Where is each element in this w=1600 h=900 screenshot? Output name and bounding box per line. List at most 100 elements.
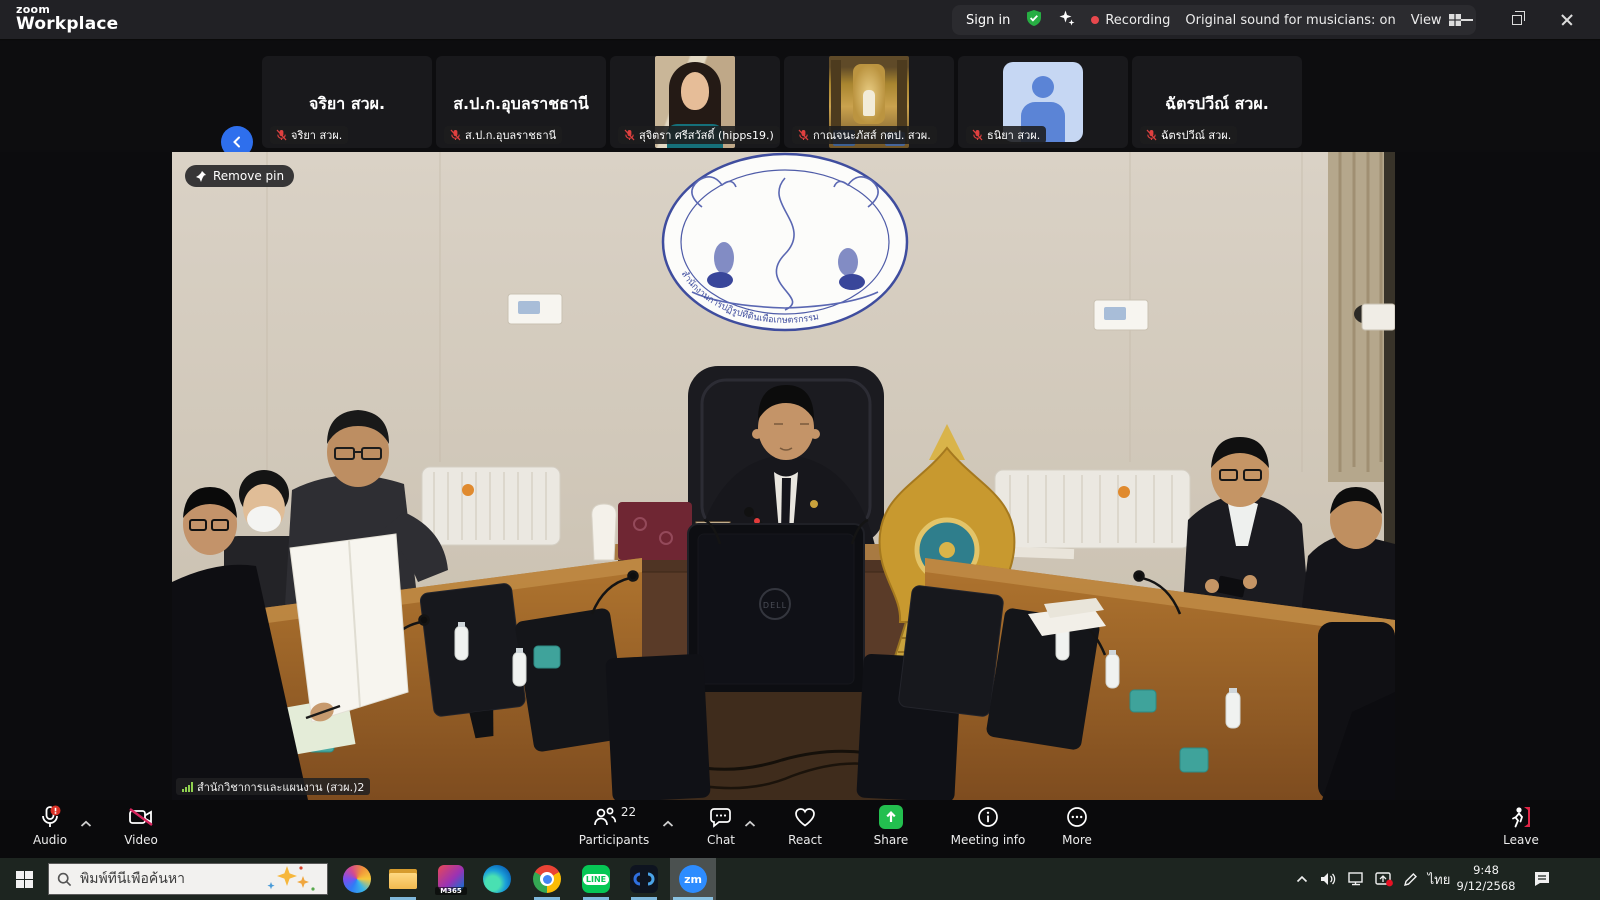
minimize-button[interactable] — [1452, 7, 1482, 33]
react-button[interactable]: React — [772, 805, 838, 847]
zoom-workplace-logo: zoom Workplace — [16, 3, 118, 34]
chair-right — [1318, 622, 1395, 800]
recording-label: Recording — [1105, 13, 1170, 28]
taskbar-chrome-icon[interactable] — [527, 858, 567, 900]
more-button[interactable]: More — [1046, 805, 1108, 847]
chat-options-caret[interactable] — [744, 813, 756, 832]
view-label: View — [1411, 13, 1442, 28]
workplace-logo-text: Workplace — [16, 14, 118, 34]
participant-name: จริยา สวผ. — [262, 92, 432, 117]
sign-in-button[interactable]: Sign in — [966, 13, 1010, 28]
remove-pin-button[interactable]: Remove pin — [185, 165, 294, 187]
info-icon — [977, 806, 999, 828]
mic-muted-icon — [1146, 129, 1157, 141]
search-icon — [57, 872, 72, 887]
pin-icon — [195, 170, 207, 182]
participant-tile[interactable]: จริยา สวผ. จริยา สวผ. — [262, 56, 432, 148]
zoom-meeting-window: zoom Workplace Sign in Recording Origina… — [0, 0, 1600, 900]
participants-options-caret[interactable] — [662, 813, 674, 832]
taskbar-edge-icon[interactable] — [477, 858, 517, 900]
ai-companion-icon[interactable] — [1058, 9, 1076, 31]
participant-tile[interactable]: ฉัตรปวีณ์ สวผ. ฉัตรปวีณ์ สวผ. — [1132, 56, 1302, 148]
meeting-toolbar: Audio Video 22 Participants Chat — [0, 800, 1600, 858]
taskbar-m365-icon[interactable]: M365 — [431, 858, 471, 900]
close-button[interactable] — [1552, 7, 1582, 33]
participant-badge: ส.ป.ก.อุบลราชธานี — [444, 126, 562, 144]
meeting-room-scene: สำนักงานการปฏิรูปที่ดินเพื่อเกษตรกรรม — [172, 152, 1395, 800]
tray-clock[interactable]: 9:48 9/12/2568 — [1454, 858, 1518, 900]
start-button[interactable] — [6, 858, 42, 900]
chevron-left-icon — [231, 136, 243, 148]
participant-badge: กาณจนะภัสส์ กตป. สวผ. — [792, 126, 937, 144]
taskbar-webex-icon[interactable] — [624, 858, 664, 900]
search-input[interactable] — [80, 871, 255, 887]
taskbar-search[interactable] — [48, 863, 328, 895]
pinned-video[interactable]: สำนักงานการปฏิรูปที่ดินเพื่อเกษตรกรรม — [172, 152, 1395, 800]
tray-volume-icon[interactable] — [1314, 858, 1342, 900]
mic-muted-icon — [276, 129, 287, 141]
meeting-info-button[interactable]: Meeting info — [938, 805, 1038, 847]
video-off-icon — [128, 806, 154, 828]
tray-language-indicator[interactable]: ไทย — [1422, 858, 1456, 900]
participant-badge: ฉัตรปวีณ์ สวผ. — [1140, 126, 1237, 144]
video-button[interactable]: Video — [105, 805, 177, 847]
participant-badge: สุจิตรา ศรีสวัสดิ์ (hipps19.) — [618, 126, 780, 144]
mic-muted-icon — [624, 129, 635, 141]
mic-icon — [39, 805, 61, 829]
windows-logo-icon — [16, 871, 33, 888]
taskbar-line-icon[interactable]: LINE — [576, 858, 616, 900]
tray-show-hidden-icons[interactable] — [1290, 858, 1314, 900]
tray-network-icon[interactable] — [1342, 858, 1370, 900]
leave-icon — [1508, 805, 1534, 829]
participants-icon — [592, 806, 618, 828]
active-speaker-label: สำนักวิชาการและแผนงาน (สวผ.)2 — [176, 778, 370, 795]
participant-name: ส.ป.ก.อุบลราชธานี — [436, 92, 606, 117]
clock-date: 9/12/2568 — [1457, 879, 1516, 893]
recording-indicator: Recording — [1091, 13, 1170, 28]
more-icon — [1066, 806, 1088, 828]
tray-display-notification-icon[interactable] — [1370, 858, 1398, 900]
search-highlights-icon — [263, 864, 319, 894]
chevron-up-icon — [662, 820, 674, 828]
leave-button[interactable]: Leave — [1486, 805, 1556, 847]
chat-icon — [709, 806, 733, 829]
participant-filmstrip: จริยา สวผ. จริยา สวผ. ส.ป.ก.อุบลราชธานี … — [0, 41, 1600, 152]
audio-level-icon — [182, 782, 193, 792]
audio-options-caret[interactable] — [80, 813, 92, 832]
participants-count: 22 — [621, 805, 636, 819]
taskbar-zoom-icon[interactable]: zm — [673, 858, 713, 900]
window-titlebar: zoom Workplace Sign in Recording Origina… — [0, 0, 1600, 40]
mic-muted-icon — [972, 129, 983, 141]
participant-badge: ธนิยา สวผ. — [966, 126, 1046, 144]
chevron-up-icon — [1296, 875, 1308, 883]
participants-button[interactable]: 22 Participants — [560, 805, 668, 847]
chevron-up-icon — [80, 820, 92, 828]
share-screen-button[interactable]: Share — [853, 805, 929, 847]
encryption-shield-icon[interactable] — [1025, 9, 1043, 31]
participant-tile[interactable]: ส.ป.ก.อุบลราชธานี ส.ป.ก.อุบลราชธานี — [436, 56, 606, 148]
tray-pen-icon[interactable] — [1398, 858, 1422, 900]
participant-name: ฉัตรปวีณ์ สวผ. — [1132, 92, 1302, 117]
action-center-icon[interactable] — [1524, 858, 1560, 900]
participant-tile[interactable]: กาณจนะภัสส์ กตป. สวผ. — [784, 56, 954, 148]
mic-muted-icon — [450, 129, 461, 141]
audio-button[interactable]: Audio — [10, 805, 90, 847]
windows-taskbar: M365 LINE zm ไทย 9:48 — [0, 858, 1600, 900]
alro-seal: สำนักงานการปฏิรูปที่ดินเพื่อเกษตรกรรม — [663, 154, 907, 330]
participant-badge: จริยา สวผ. — [270, 126, 348, 144]
titlebar-controls-group: Sign in Recording Original sound for mus… — [952, 5, 1476, 35]
window-controls — [1442, 0, 1592, 40]
restore-button[interactable] — [1502, 7, 1532, 33]
taskbar-copilot-icon[interactable] — [337, 858, 377, 900]
recording-dot-icon — [1091, 16, 1099, 24]
chevron-up-icon — [744, 820, 756, 828]
taskbar-file-explorer-icon[interactable] — [383, 858, 423, 900]
participant-tile[interactable]: ธนิยา สวผ. — [958, 56, 1128, 148]
heart-icon — [793, 806, 817, 828]
mic-muted-icon — [798, 129, 809, 141]
clock-time: 9:48 — [1473, 863, 1499, 877]
original-sound-toggle[interactable]: Original sound for musicians: on — [1185, 13, 1395, 28]
share-icon — [879, 805, 903, 829]
participant-tile[interactable]: สุจิตรา ศรีสวัสดิ์ (hipps19.) — [610, 56, 780, 148]
svg-text:DELL: DELL — [763, 601, 787, 610]
